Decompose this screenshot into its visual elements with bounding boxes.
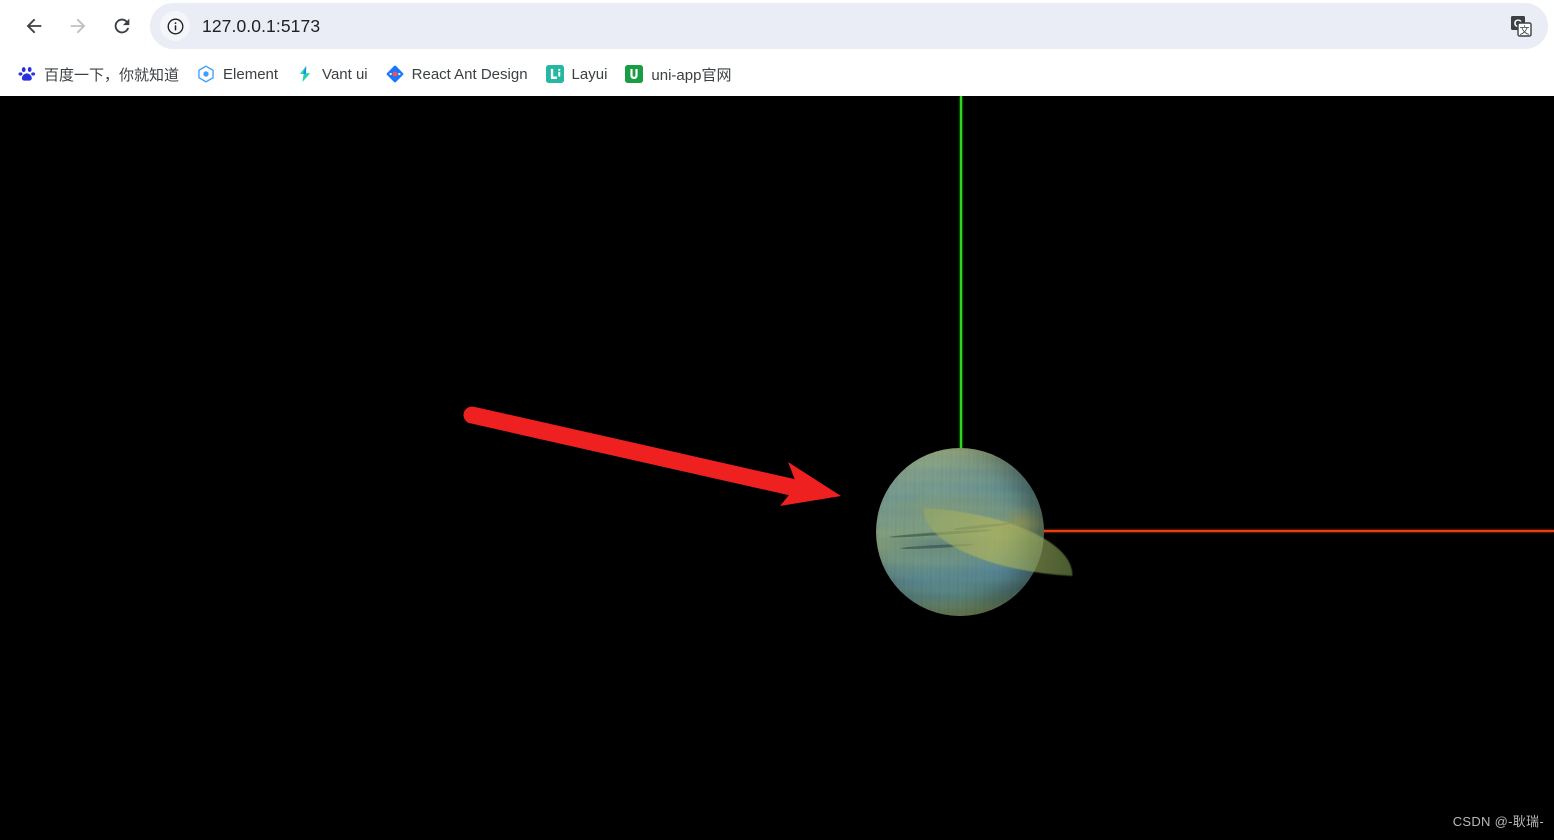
bookmark-label: 百度一下，你就知道 — [44, 66, 180, 84]
vant-glyph-icon — [299, 66, 311, 82]
csdn-watermark: CSDN @-耿瑞- — [1452, 814, 1544, 829]
red-arrow-annotation — [463, 406, 841, 506]
element-ui-icon — [197, 65, 215, 83]
layui-icon — [545, 65, 564, 83]
axis-helper-x — [1040, 530, 1554, 532]
browser-window: 127.0.0.1:5173 G 文 — [0, 0, 1554, 840]
arrow-shaft — [463, 406, 809, 498]
baidu-paw-icon — [18, 67, 36, 81]
bookmark-item-react-ant-design[interactable]: React Ant Design — [378, 59, 536, 89]
bookmark-label: React Ant Design — [411, 65, 528, 83]
bookmark-item-uniapp[interactable]: uni-app官网 — [617, 59, 739, 89]
bookmarks-bar: 百度一下，你就知道 Element Vant ui React Ant Desi… — [0, 52, 1554, 96]
site-info-button[interactable] — [160, 11, 190, 41]
bookmark-label: Layui — [571, 65, 608, 83]
url-text: 127.0.0.1:5173 — [202, 15, 321, 36]
bookmark-label: Vant ui — [322, 65, 368, 83]
textured-sphere — [876, 448, 1076, 616]
back-button[interactable] — [17, 9, 51, 43]
bookmark-item-vant[interactable]: Vant ui — [288, 59, 376, 89]
bookmark-item-baidu[interactable]: 百度一下，你就知道 — [10, 59, 187, 89]
ant-design-icon — [386, 65, 404, 83]
uniapp-glyph-icon — [625, 65, 644, 83]
bookmark-item-layui[interactable]: Layui — [538, 59, 616, 89]
info-circle-icon — [167, 18, 183, 34]
baidu-icon — [18, 65, 36, 83]
uniapp-icon — [625, 65, 644, 83]
bookmark-label: Element — [223, 65, 279, 83]
arrow-head-fill — [780, 462, 841, 506]
reload-icon — [114, 18, 130, 34]
ant-design-diamond-icon — [386, 65, 403, 83]
three-js-canvas[interactable]: CSDN @-耿瑞- — [0, 96, 1554, 840]
forward-button[interactable] — [61, 9, 95, 43]
layui-glyph-icon — [545, 65, 564, 83]
forward-arrow-icon — [70, 18, 86, 34]
browser-toolbar: 127.0.0.1:5173 G 文 — [0, 0, 1554, 52]
address-bar[interactable]: 127.0.0.1:5173 G 文 — [150, 3, 1548, 49]
vant-ui-icon — [296, 65, 314, 83]
bookmark-item-element[interactable]: Element — [189, 59, 286, 89]
back-arrow-icon — [26, 18, 42, 34]
translate-glyph-icon: G 文 — [1511, 16, 1532, 37]
reload-button[interactable] — [105, 9, 139, 43]
element-hex-icon — [198, 65, 214, 83]
google-translate-icon[interactable]: G 文 — [1508, 13, 1534, 39]
bookmark-label: uni-app官网 — [651, 66, 732, 84]
svg-text:文: 文 — [1520, 24, 1530, 37]
arrow-head — [782, 466, 840, 504]
